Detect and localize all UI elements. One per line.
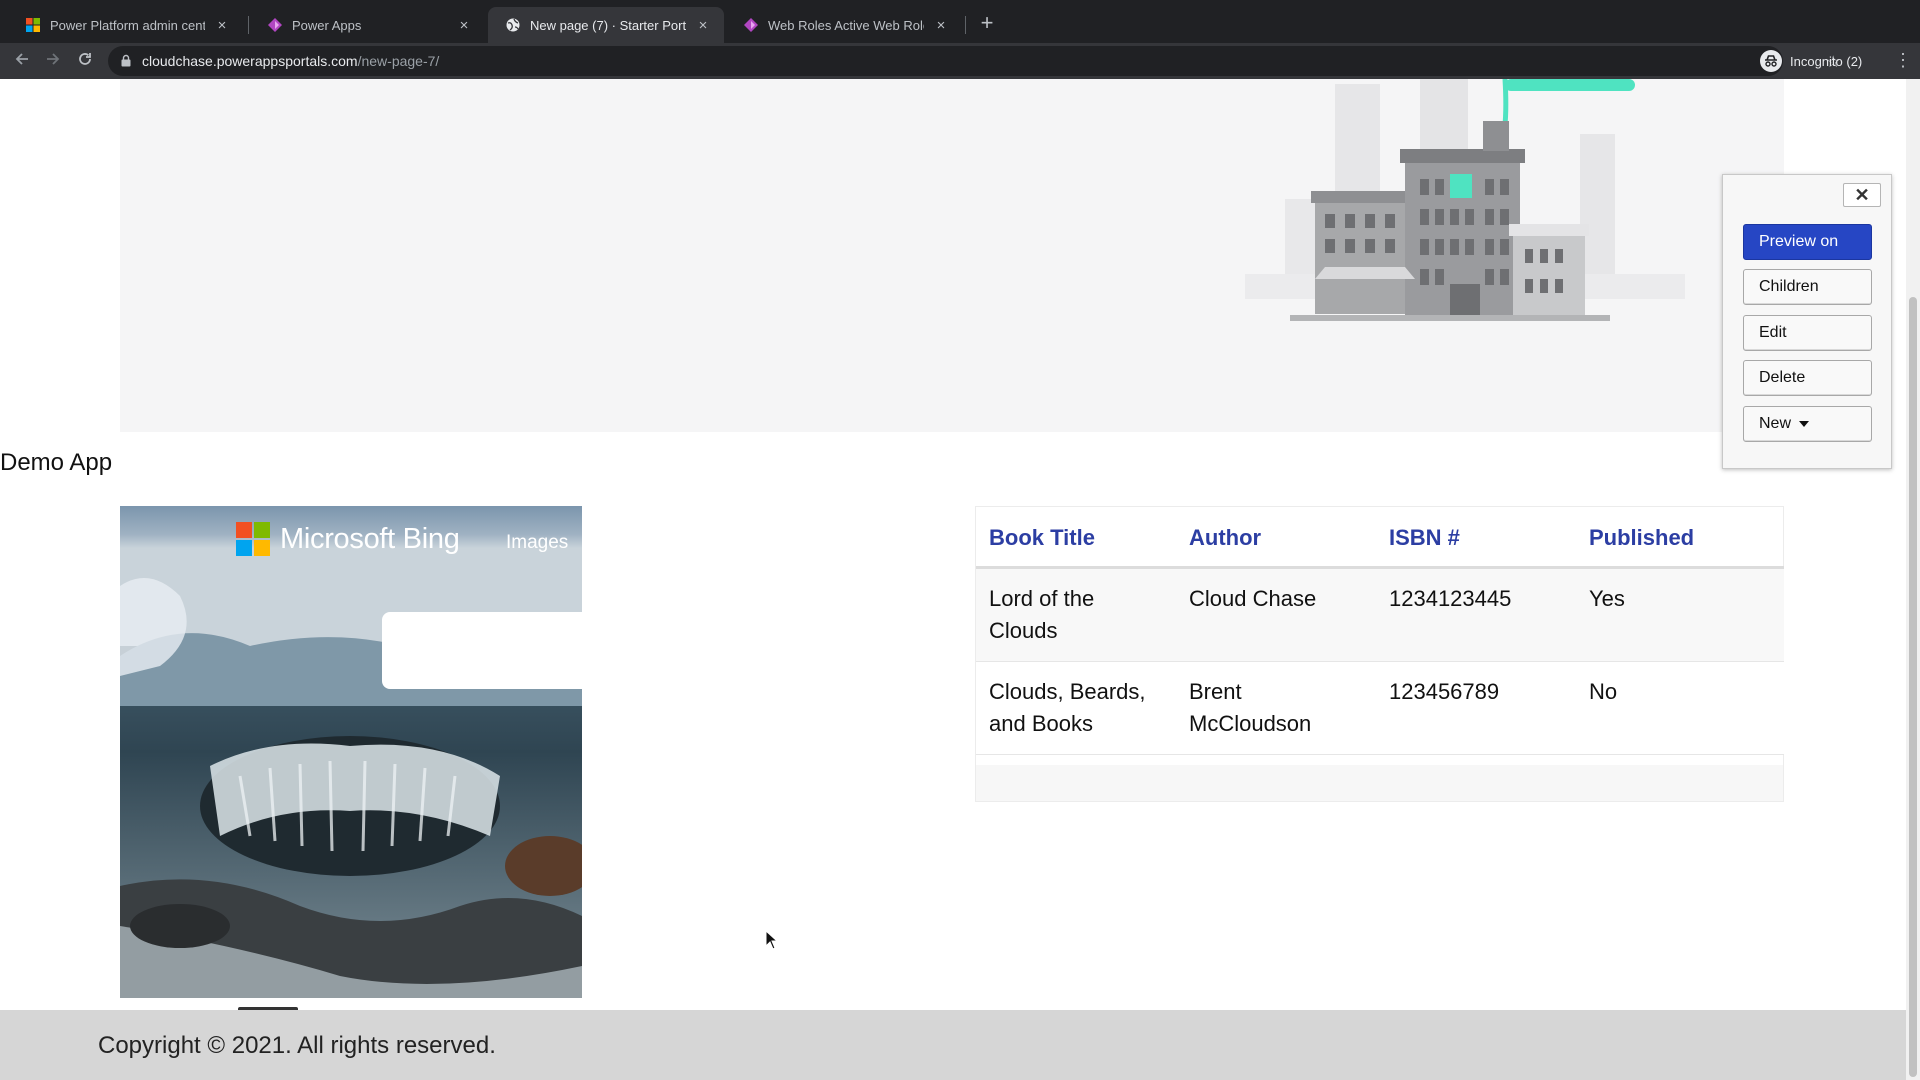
table-row[interactable]: Clouds, Beards, and Books Brent McClouds… [976,661,1784,755]
browser-toolbar: cloudchase.powerappsportals.com/new-page… [0,43,1920,79]
hero-banner [120,79,1784,432]
cell-isbn: 123456789 [1376,661,1576,755]
copyright-text: Copyright © 2021. All rights reserved. [98,1032,496,1059]
table-footer [976,765,1783,801]
close-tab-icon[interactable]: × [213,16,231,34]
edit-button[interactable]: Edit [1743,315,1872,351]
delete-button[interactable]: Delete [1743,360,1872,396]
incognito-icon [1760,50,1782,72]
browser-menu-icon[interactable]: ⋮ [1894,50,1912,70]
new-dropdown-button[interactable]: New [1743,406,1872,442]
cell-book-title: Clouds, Beards, and Books [976,661,1176,755]
cell-published: Yes [1576,567,1784,662]
children-button[interactable]: Children [1743,269,1872,305]
new-button-label: New [1759,415,1792,432]
back-icon[interactable] [10,49,34,73]
table-row[interactable]: Lord of the Clouds Cloud Chase 123412344… [976,567,1784,662]
power-apps-icon [268,18,282,32]
tab-power-apps[interactable]: Power Apps × [250,7,485,43]
column-header-isbn[interactable]: ISBN # [1376,507,1576,569]
bing-images-label: Images [506,532,569,553]
cell-book-title: Lord of the Clouds [976,567,1176,662]
bing-brand-text: Microsoft Bing [280,522,460,555]
city-illustration [1245,79,1685,321]
column-header-book-title[interactable]: Book Title [976,507,1176,569]
cell-isbn: 1234123445 [1376,567,1576,662]
tab-separator [248,16,249,34]
tab-label: Power Platform admin center [50,17,205,33]
cell-published: No [1576,661,1784,755]
cell-author: Brent McCloudson [1176,661,1376,755]
lock-icon [121,54,131,67]
mouse-cursor-icon [765,930,779,950]
tab-label: Web Roles Active Web Roles - [768,17,924,33]
url-domain: cloudchase.powerappsportals.com [142,53,358,69]
tab-label: New page (7) · Starter Portal [530,17,686,33]
url-text: cloudchase.powerappsportals.com/new-page… [142,53,439,69]
tab-power-platform-admin-center[interactable]: Power Platform admin center × [8,7,243,43]
cell-author: Cloud Chase [1176,567,1376,662]
books-table: Book Title Author ISBN # Published Lord … [976,507,1784,755]
scrollbar-thumb[interactable] [1909,297,1917,1077]
incognito-profile-button[interactable]: Incognito (2) [1760,50,1862,72]
profile-label: Incognito (2) [1790,53,1863,69]
bing-image[interactable]: Microsoft Bing Images [120,506,582,998]
tab-separator [965,16,966,34]
close-icon[interactable]: ✕ [1843,183,1881,207]
reload-icon[interactable] [73,49,97,73]
waterfall-photo [120,506,582,998]
close-tab-icon[interactable]: × [694,16,712,34]
books-table-container: Book Title Author ISBN # Published Lord … [975,506,1784,802]
forward-icon[interactable] [41,49,65,73]
caret-down-icon [1799,421,1810,427]
new-tab-button[interactable]: + [976,12,998,34]
page-scrollbar[interactable] [1906,79,1920,1080]
table-header-row: Book Title Author ISBN # Published [976,507,1784,569]
close-tab-icon[interactable]: × [455,16,473,34]
microsoft-logo-icon [26,18,40,32]
url-path: /new-page-7/ [357,53,440,69]
section-title: Demo App [0,449,113,476]
browser-tab-bar: Power Platform admin center × Power Apps… [0,0,1920,43]
column-header-author[interactable]: Author [1176,507,1376,569]
microsoft-logo-icon [236,522,270,556]
portal-editor-panel: ✕ Preview on Children Edit Delete New [1722,174,1892,469]
tab-web-roles[interactable]: Web Roles Active Web Roles - × [726,7,962,43]
address-bar[interactable]: cloudchase.powerappsportals.com/new-page… [108,46,1840,76]
bing-search-panel [382,612,582,689]
tab-label: Power Apps [292,17,362,33]
preview-on-button[interactable]: Preview on [1743,224,1872,260]
close-tab-icon[interactable]: × [932,16,950,34]
bing-logo: Microsoft Bing [236,522,460,556]
page-footer: Copyright © 2021. All rights reserved. [0,1010,1906,1080]
power-apps-icon [744,18,758,32]
column-header-published[interactable]: Published [1576,507,1784,569]
page-content: Demo App Microsoft Bing Images Book Titl… [0,79,1906,1080]
globe-icon [506,18,520,32]
tab-new-page-starter-portal[interactable]: New page (7) · Starter Portal × [488,7,724,43]
